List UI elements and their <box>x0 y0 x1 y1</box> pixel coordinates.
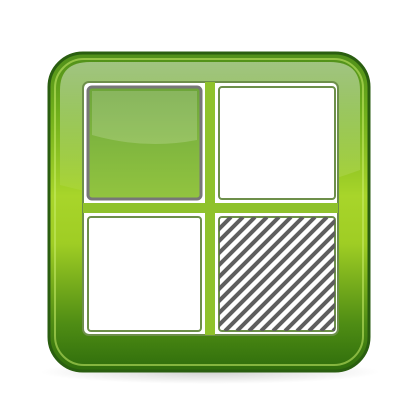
hatch-line <box>381 217 420 331</box>
tile-bottom-left <box>87 216 202 332</box>
hatch-line <box>405 217 420 331</box>
tile-top-left-gloss <box>92 91 197 144</box>
grid-divider-horizontal <box>83 203 338 213</box>
hatch-line <box>393 217 420 331</box>
hatch-line <box>369 217 420 331</box>
delicious-logo-icon <box>40 51 420 384</box>
tile-top-right <box>218 86 336 200</box>
icon-canvas <box>0 0 420 420</box>
